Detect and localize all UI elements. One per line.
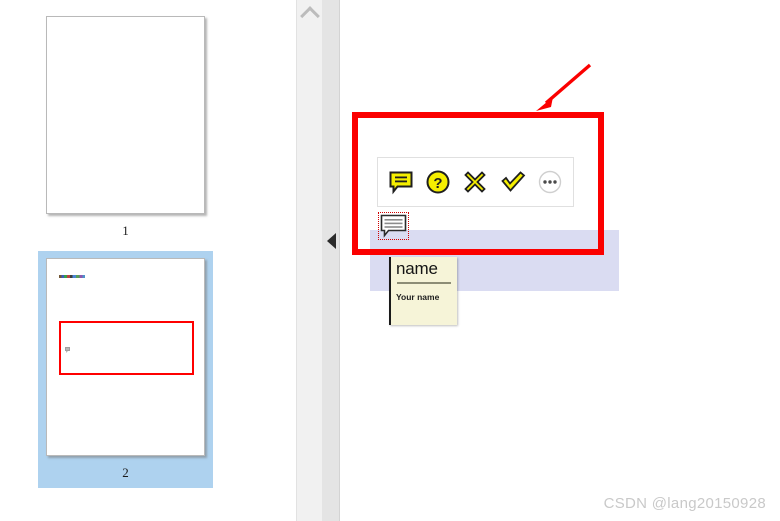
thumbnail-comment-icon [65,347,70,353]
panel-splitter[interactable] [322,0,340,521]
thumbnail-panel-scrollbar[interactable] [296,0,322,521]
speech-bubble-icon [389,171,413,195]
more-options-button[interactable] [534,166,566,198]
add-comment-button[interactable] [385,166,417,198]
thumbnail-page-2-preview[interactable] [46,258,205,456]
question-mark-circle-icon: ? [426,170,450,194]
document-page-area[interactable]: ? name Your name [341,0,780,521]
chevron-up-icon [300,6,320,26]
ellipsis-circle-icon [539,170,562,194]
reject-button[interactable] [459,166,491,198]
watermark-text: CSDN @lang20150928 [603,495,766,512]
note-body-text: Your name [396,292,440,302]
triangle-left-icon[interactable] [327,233,336,249]
note-title: name [396,259,438,278]
comment-marker-selected[interactable] [378,212,409,240]
comment-note-icon [380,214,407,238]
page-thumbnail-panel[interactable]: 1 2 [0,0,296,521]
svg-text:?: ? [433,175,442,192]
check-mark-icon [501,171,526,192]
thumbnail-page-1[interactable]: 1 [38,16,213,240]
annotation-toolbar[interactable]: ? [377,157,574,207]
pdf-viewer-window: 1 2 ? name Your name CSDN @lang20150928 [0,0,780,521]
note-divider [397,282,451,284]
cross-x-icon [464,171,487,193]
thumbnail-page-1-preview[interactable] [46,16,205,214]
scroll-up-button[interactable] [297,0,323,28]
help-button[interactable]: ? [422,166,454,198]
thumbnail-page-1-label: 1 [122,223,129,238]
thumbnail-annotation-rectangle [59,321,194,375]
thumbnail-page-2-label: 2 [122,465,129,480]
thumbnail-heading-text [59,275,85,278]
thumbnail-page-2[interactable]: 2 [38,251,213,488]
accept-button[interactable] [497,166,529,198]
comment-note-popup[interactable]: name Your name [389,257,457,325]
